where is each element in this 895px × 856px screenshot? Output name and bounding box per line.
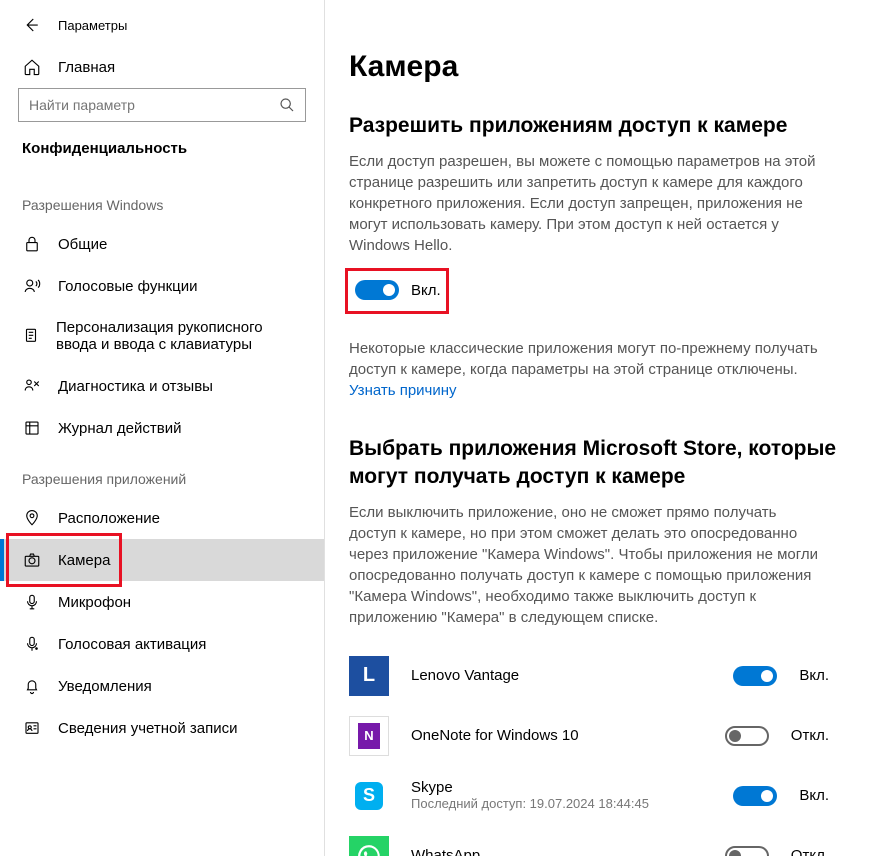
app-toggle-onenote[interactable] [725,726,769,746]
app-name: WhatsApp [411,847,703,856]
history-icon [22,419,42,437]
group-windows-label: Разрешения Windows [0,175,324,223]
app-toggle-label: Вкл. [799,787,829,804]
account-icon [22,719,42,737]
app-toggle-skype[interactable] [733,786,777,806]
sidebar-item-notifications[interactable]: Уведомления [0,665,324,707]
sidebar-item-general[interactable]: Общие [0,223,324,265]
main-content: Камера Разрешить приложениям доступ к ка… [325,0,895,856]
back-icon[interactable] [22,16,40,34]
app-name: OneNote for Windows 10 [411,727,703,744]
sidebar-item-activity[interactable]: Журнал действий [0,407,324,449]
sidebar-item-label: Голосовые функции [58,278,198,295]
titlebar: Параметры [0,8,324,48]
classic-apps-desc: Некоторые классические приложения могут … [349,338,819,380]
app-toggle-label: Откл. [791,847,829,856]
app-icon-onenote: N [349,716,389,756]
sidebar-item-location[interactable]: Расположение [0,497,324,539]
location-icon [22,509,42,527]
sidebar-home[interactable]: Главная [0,48,324,88]
sidebar-item-microphone[interactable]: Микрофон [0,581,324,623]
search-input[interactable] [29,97,279,113]
app-icon-lenovo: L [349,656,389,696]
home-icon [22,58,42,76]
sidebar-item-camera[interactable]: Камера [0,539,324,581]
sidebar-item-label: Микрофон [58,594,131,611]
search-container [0,88,324,140]
feedback-icon [22,377,42,395]
app-icon-whatsapp [349,836,389,856]
app-row-lenovo: L Lenovo Vantage Вкл. [349,646,829,706]
window-title: Параметры [58,18,127,33]
app-toggle-label: Вкл. [799,667,829,684]
sidebar-item-speech[interactable]: Голосовые функции [0,265,324,307]
app-sub: Последний доступ: 19.07.2024 18:44:45 [411,796,711,813]
sidebar-item-label: Персонализация рукописного ввода и ввода… [56,319,306,353]
app-row-skype: S Skype Последний доступ: 19.07.2024 18:… [349,766,829,826]
search-icon [279,97,295,113]
master-toggle-row: Вкл. [349,274,465,306]
section-allow-desc: Если доступ разрешен, вы можете с помощь… [349,151,819,256]
sidebar-item-feedback[interactable]: Диагностика и отзывы [0,365,324,407]
search-box[interactable] [18,88,306,122]
page-title: Камера [349,50,865,84]
section-allow-heading: Разрешить приложениям доступ к камере [349,112,865,139]
sidebar-item-label: Диагностика и отзывы [58,378,213,395]
app-name: Skype [411,779,711,796]
bell-icon [22,677,42,695]
sidebar-item-voice-activation[interactable]: Голосовая активация [0,623,324,665]
sidebar-item-label: Уведомления [58,678,152,695]
voice-icon [22,635,42,653]
app-name: Lenovo Vantage [411,667,711,684]
section-label: Конфиденциальность [0,140,324,175]
master-toggle-label: Вкл. [411,282,441,299]
sidebar-item-label: Камера [58,552,110,569]
app-toggle-whatsapp[interactable] [725,846,769,856]
inking-icon [22,327,40,345]
section-choose-desc: Если выключить приложение, оно не сможет… [349,502,819,628]
sidebar-item-label: Журнал действий [58,420,181,437]
sidebar-item-account-info[interactable]: Сведения учетной записи [0,707,324,749]
app-toggle-lenovo[interactable] [733,666,777,686]
sidebar-item-inking[interactable]: Персонализация рукописного ввода и ввода… [0,307,324,365]
sidebar-item-label: Голосовая активация [58,636,206,653]
learn-why-link[interactable]: Узнать причину [349,382,457,399]
camera-icon [22,551,42,569]
group-apps-label: Разрешения приложений [0,449,324,497]
app-icon-skype: S [349,776,389,816]
section-choose-heading: Выбрать приложения Microsoft Store, кото… [349,435,865,490]
sidebar-item-label: Сведения учетной записи [58,720,238,737]
speech-icon [22,277,42,295]
sidebar-item-label: Расположение [58,510,160,527]
home-label: Главная [58,59,115,76]
mic-icon [22,593,42,611]
sidebar: Параметры Главная Конфиденциальность Раз… [0,0,325,856]
sidebar-item-label: Общие [58,236,107,253]
app-toggle-label: Откл. [791,727,829,744]
app-row-onenote: N OneNote for Windows 10 Откл. [349,706,829,766]
lock-icon [22,235,42,253]
master-toggle[interactable] [355,280,399,300]
app-row-whatsapp: WhatsApp Откл. [349,826,829,856]
